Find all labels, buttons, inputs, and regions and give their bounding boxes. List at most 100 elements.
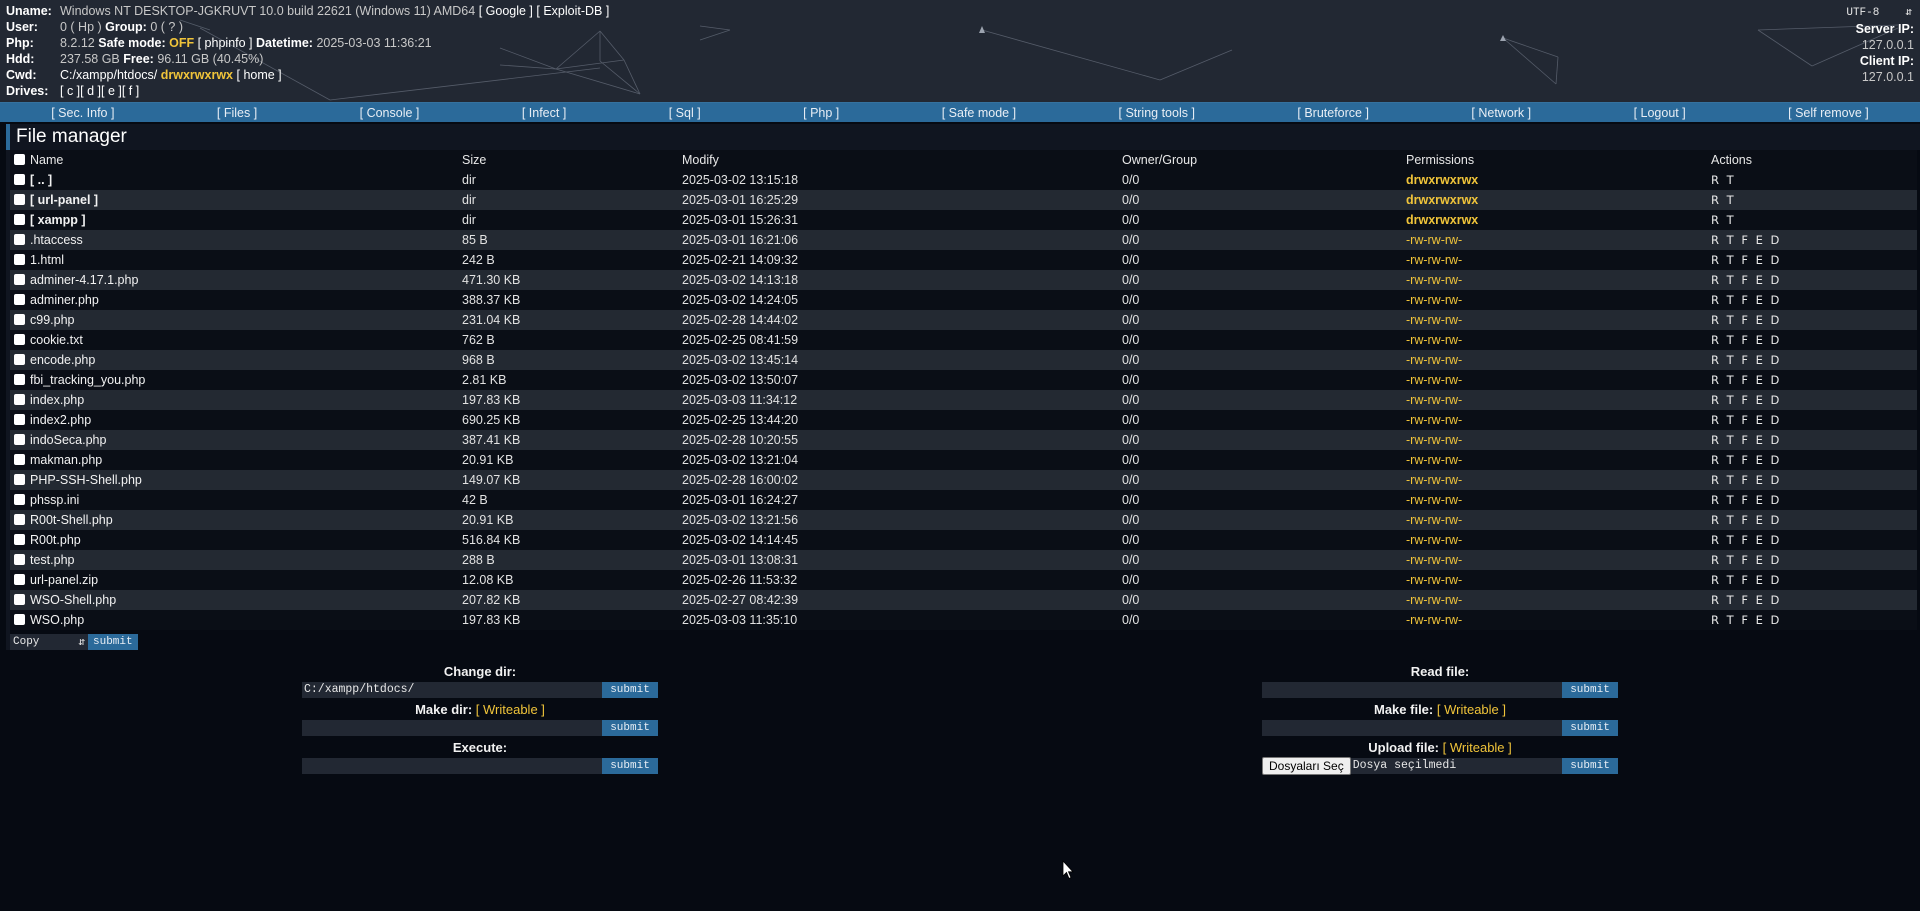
file-actions[interactable]: R T F E D — [1709, 470, 1917, 490]
file-name-link[interactable]: [ .. ] — [30, 173, 52, 187]
file-name-cell[interactable]: c99.php — [10, 310, 460, 330]
row-checkbox[interactable] — [14, 474, 25, 485]
file-name-cell[interactable]: PHP-SSH-Shell.php — [10, 470, 460, 490]
column-permissions[interactable]: Permissions — [1404, 150, 1709, 170]
file-permissions-link[interactable]: -rw-rw-rw- — [1404, 370, 1709, 390]
file-permissions-link[interactable]: -rw-rw-rw- — [1404, 590, 1709, 610]
row-checkbox[interactable] — [14, 614, 25, 625]
row-checkbox[interactable] — [14, 194, 25, 205]
file-name-link[interactable]: adminer.php — [30, 293, 99, 307]
row-checkbox[interactable] — [14, 354, 25, 365]
file-permissions-link[interactable]: -rw-rw-rw- — [1404, 490, 1709, 510]
file-name-cell[interactable]: R00t-Shell.php — [10, 510, 460, 530]
file-actions[interactable]: R T F E D — [1709, 230, 1917, 250]
file-name-cell[interactable]: indoSeca.php — [10, 430, 460, 450]
execute-input[interactable] — [302, 758, 602, 774]
file-actions[interactable]: R T F E D — [1709, 510, 1917, 530]
file-name-cell[interactable]: fbi_tracking_you.php — [10, 370, 460, 390]
file-actions[interactable]: R T F E D — [1709, 530, 1917, 550]
menu-infect[interactable]: [ Infect ] — [522, 106, 566, 120]
file-actions[interactable]: R T F E D — [1709, 590, 1917, 610]
bulk-action-select[interactable]: Copy ⇵ — [10, 633, 88, 650]
file-name-link[interactable]: fbi_tracking_you.php — [30, 373, 145, 387]
file-name-link[interactable]: .htaccess — [30, 233, 83, 247]
file-permissions-link[interactable]: -rw-rw-rw- — [1404, 510, 1709, 530]
file-name-cell[interactable]: .htaccess — [10, 230, 460, 250]
file-name-cell[interactable]: R00t.php — [10, 530, 460, 550]
row-checkbox[interactable] — [14, 594, 25, 605]
file-name-link[interactable]: PHP-SSH-Shell.php — [30, 473, 142, 487]
file-permissions-link[interactable]: -rw-rw-rw- — [1404, 230, 1709, 250]
file-name-link[interactable]: R00t.php — [30, 533, 81, 547]
file-actions[interactable]: R T F E D — [1709, 570, 1917, 590]
drive-d-link[interactable]: [ d ] — [80, 83, 101, 99]
file-permissions-link[interactable]: -rw-rw-rw- — [1404, 530, 1709, 550]
file-name-link[interactable]: cookie.txt — [30, 333, 83, 347]
row-checkbox[interactable] — [14, 434, 25, 445]
file-name-cell[interactable]: [ .. ] — [10, 170, 460, 190]
row-checkbox[interactable] — [14, 294, 25, 305]
file-permissions-link[interactable]: -rw-rw-rw- — [1404, 330, 1709, 350]
row-checkbox[interactable] — [14, 374, 25, 385]
menu-files[interactable]: [ Files ] — [217, 106, 257, 120]
row-checkbox[interactable] — [14, 414, 25, 425]
file-actions[interactable]: R T F E D — [1709, 330, 1917, 350]
file-actions[interactable]: R T — [1709, 210, 1917, 230]
read-file-input[interactable] — [1262, 682, 1562, 698]
file-permissions-link[interactable]: drwxrwxrwx — [1404, 170, 1709, 190]
file-name-cell[interactable]: [ xampp ] — [10, 210, 460, 230]
drive-e-link[interactable]: [ e ] — [101, 83, 122, 99]
file-permissions-link[interactable]: -rw-rw-rw- — [1404, 410, 1709, 430]
file-actions[interactable]: R T F E D — [1709, 290, 1917, 310]
file-permissions-link[interactable]: -rw-rw-rw- — [1404, 450, 1709, 470]
file-permissions-link[interactable]: -rw-rw-rw- — [1404, 550, 1709, 570]
file-actions[interactable]: R T F E D — [1709, 270, 1917, 290]
file-name-link[interactable]: WSO-Shell.php — [30, 593, 116, 607]
file-name-cell[interactable]: WSO-Shell.php — [10, 590, 460, 610]
row-checkbox[interactable] — [14, 494, 25, 505]
file-permissions-link[interactable]: -rw-rw-rw- — [1404, 570, 1709, 590]
file-permissions-link[interactable]: -rw-rw-rw- — [1404, 290, 1709, 310]
row-checkbox[interactable] — [14, 174, 25, 185]
column-name[interactable]: Name — [10, 150, 460, 170]
file-permissions-link[interactable]: -rw-rw-rw- — [1404, 310, 1709, 330]
file-actions[interactable]: R T — [1709, 170, 1917, 190]
row-checkbox[interactable] — [14, 514, 25, 525]
menu-string-tools[interactable]: [ String tools ] — [1119, 106, 1195, 120]
row-checkbox[interactable] — [14, 574, 25, 585]
file-name-link[interactable]: [ xampp ] — [30, 213, 86, 227]
menu-network[interactable]: [ Network ] — [1471, 106, 1531, 120]
file-name-cell[interactable]: encode.php — [10, 350, 460, 370]
file-actions[interactable]: R T — [1709, 190, 1917, 210]
file-permissions-link[interactable]: -rw-rw-rw- — [1404, 390, 1709, 410]
home-link[interactable]: [ home ] — [237, 67, 282, 83]
file-name-link[interactable]: makman.php — [30, 453, 102, 467]
drive-c-link[interactable]: [ c ] — [60, 83, 80, 99]
row-checkbox[interactable] — [14, 334, 25, 345]
row-checkbox[interactable] — [14, 534, 25, 545]
file-name-link[interactable]: [ url-panel ] — [30, 193, 98, 207]
file-name-link[interactable]: encode.php — [30, 353, 95, 367]
file-actions[interactable]: R T F E D — [1709, 350, 1917, 370]
file-name-link[interactable]: index2.php — [30, 413, 91, 427]
file-name-link[interactable]: R00t-Shell.php — [30, 513, 113, 527]
file-actions[interactable]: R T F E D — [1709, 310, 1917, 330]
row-checkbox[interactable] — [14, 314, 25, 325]
row-checkbox[interactable] — [14, 274, 25, 285]
menu-self-remove[interactable]: [ Self remove ] — [1788, 106, 1869, 120]
choose-files-button[interactable]: Dosyaları Seç — [1262, 757, 1351, 775]
column-modify[interactable]: Modify — [680, 150, 1120, 170]
file-actions[interactable]: R T F E D — [1709, 370, 1917, 390]
row-checkbox[interactable] — [14, 454, 25, 465]
file-permissions-link[interactable]: -rw-rw-rw- — [1404, 610, 1709, 630]
file-name-link[interactable]: test.php — [30, 553, 74, 567]
make-file-submit[interactable]: submit — [1562, 720, 1618, 736]
file-name-link[interactable]: WSO.php — [30, 613, 84, 627]
menu-sec-info[interactable]: [ Sec. Info ] — [51, 106, 114, 120]
menu-console[interactable]: [ Console ] — [360, 106, 420, 120]
row-checkbox[interactable] — [14, 394, 25, 405]
make-dir-input[interactable] — [302, 720, 602, 736]
file-name-cell[interactable]: makman.php — [10, 450, 460, 470]
file-permissions-link[interactable]: -rw-rw-rw- — [1404, 430, 1709, 450]
menu-php[interactable]: [ Php ] — [803, 106, 839, 120]
